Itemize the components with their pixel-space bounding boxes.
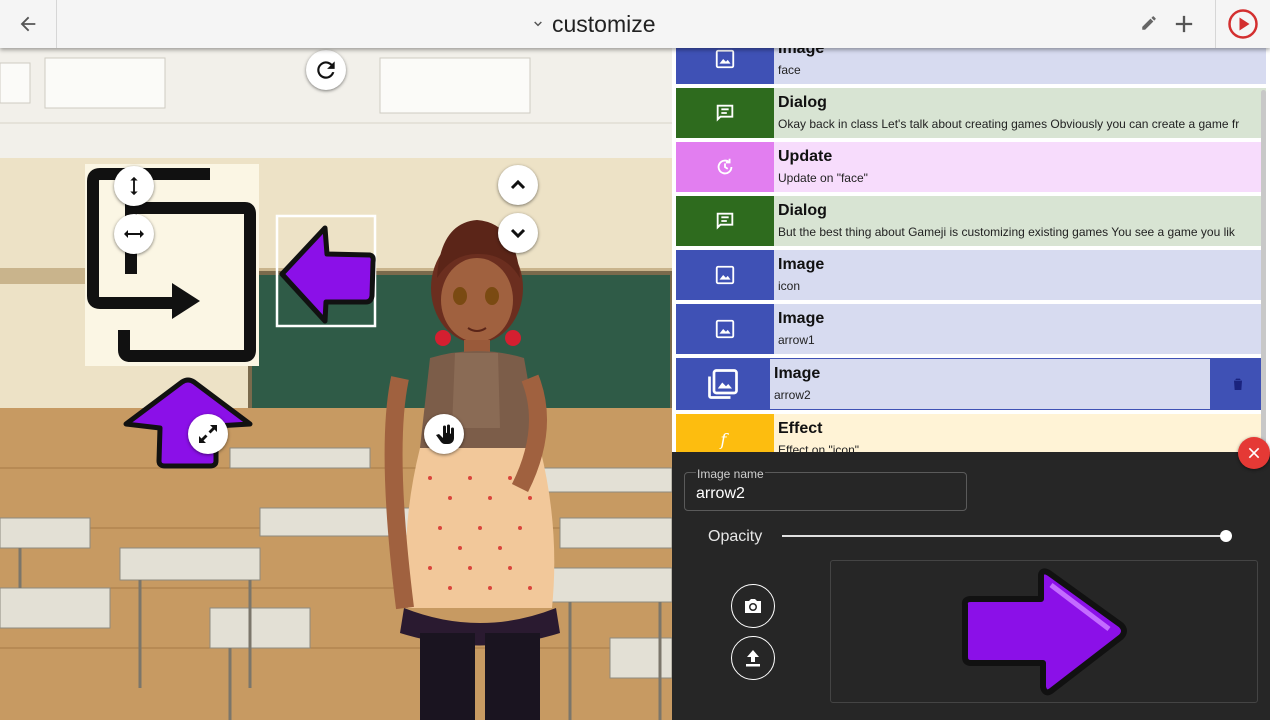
delete-button[interactable] [1210,358,1266,410]
list-item[interactable]: Dialog But the best thing about Gameji is… [676,196,1266,246]
row-icon-box [676,142,774,192]
move-up-handle[interactable] [498,165,538,205]
event-type: Dialog [778,94,827,111]
chat-icon [716,212,734,230]
row-icon-box [676,88,774,138]
scene-canvas[interactable] [0,48,672,720]
event-desc: But the best thing about Gameji is custo… [778,225,1235,239]
resize-diagonal-icon [199,425,217,443]
row-icon-box [676,48,774,84]
event-desc: face [778,63,801,77]
opacity-slider-thumb[interactable] [1220,530,1232,542]
edit-title-button[interactable] [1140,14,1158,37]
image-icon [715,49,735,69]
upload-button[interactable] [731,636,775,680]
image-name-input[interactable] [696,485,956,503]
function-icon: f [718,430,729,449]
refresh-icon [317,61,335,79]
event-type: Effect [778,420,823,437]
close-panel-button[interactable] [1238,437,1270,469]
event-desc: Effect on "icon" [778,443,860,452]
event-desc: Update on "face" [778,171,868,185]
camera-button[interactable] [731,584,775,628]
plus-icon [1175,15,1193,33]
row-icon-box [676,304,774,354]
resize-horizontal-handle[interactable] [114,214,154,254]
opacity-slider[interactable] [782,535,1226,537]
back-button[interactable] [0,0,57,48]
add-event-button[interactable] [1170,10,1198,43]
event-type: Dialog [778,202,827,219]
list-item[interactable]: f Effect Effect on "icon" [676,414,1266,452]
purple-arrow-right-image [961,567,1127,695]
resize-vertical-icon [130,176,138,196]
play-circle-icon [1228,9,1258,39]
list-item[interactable]: Image face [676,48,1266,84]
image-name-field[interactable]: Image name [684,467,967,511]
image-icon [715,265,735,285]
event-type: Image [774,365,821,382]
image-preview [830,560,1258,703]
move-down-icon [510,228,526,239]
upload-icon [746,650,760,667]
resize-horizontal-icon [124,230,144,238]
drag-hand-icon [436,424,454,444]
event-desc: Okay back in class Let's talk about crea… [778,117,1240,131]
play-button[interactable] [1215,0,1270,48]
app-bar: customize [0,0,1270,48]
image-icon [715,319,735,339]
row-icon-box [676,358,770,410]
list-scrollbar[interactable] [1261,90,1266,450]
list-item[interactable]: Image icon [676,250,1266,300]
row-icon-box: f [676,414,774,452]
properties-panel: Image name Opacity [672,452,1270,720]
title-dropdown[interactable]: customize [530,0,656,48]
row-icon-box [676,250,774,300]
event-type: Image [778,48,825,57]
classroom-background [0,48,672,720]
list-item-selected[interactable]: Image arrow2 [676,358,1266,410]
chat-icon [716,104,734,122]
event-list[interactable]: Image face Dialog Okay back in class Let's… [672,48,1270,452]
list-item[interactable]: Dialog Okay back in class Let's talk abou… [676,88,1266,138]
reset-button[interactable] [306,50,346,90]
chevron-down-icon [534,21,542,27]
event-desc: icon [778,279,801,293]
list-item[interactable]: Image arrow1 [676,304,1266,354]
opacity-label: Opacity [708,528,763,545]
image-name-label: Image name [696,467,765,481]
event-desc: arrow2 [774,388,811,402]
resize-diagonal-handle[interactable] [188,414,228,454]
row-icon-box [676,196,774,246]
resize-vertical-handle[interactable] [114,166,154,206]
event-desc: arrow1 [778,333,815,347]
camera-icon [745,599,761,613]
pencil-icon [1142,16,1156,30]
close-icon [1248,447,1260,459]
page-title: customize [552,10,656,37]
image-multiple-icon [708,369,738,399]
event-type: Image [778,256,825,273]
drag-handle[interactable] [424,414,464,454]
arrow-back-icon [20,16,36,32]
update-icon [717,158,733,175]
event-type: Image [778,310,825,327]
list-item[interactable]: Update Update on "face" [676,142,1266,192]
event-type: Update [778,148,833,165]
move-up-icon [510,179,526,190]
move-down-handle[interactable] [498,213,538,253]
trash-icon [1234,378,1242,390]
svg-text:f: f [718,430,729,449]
